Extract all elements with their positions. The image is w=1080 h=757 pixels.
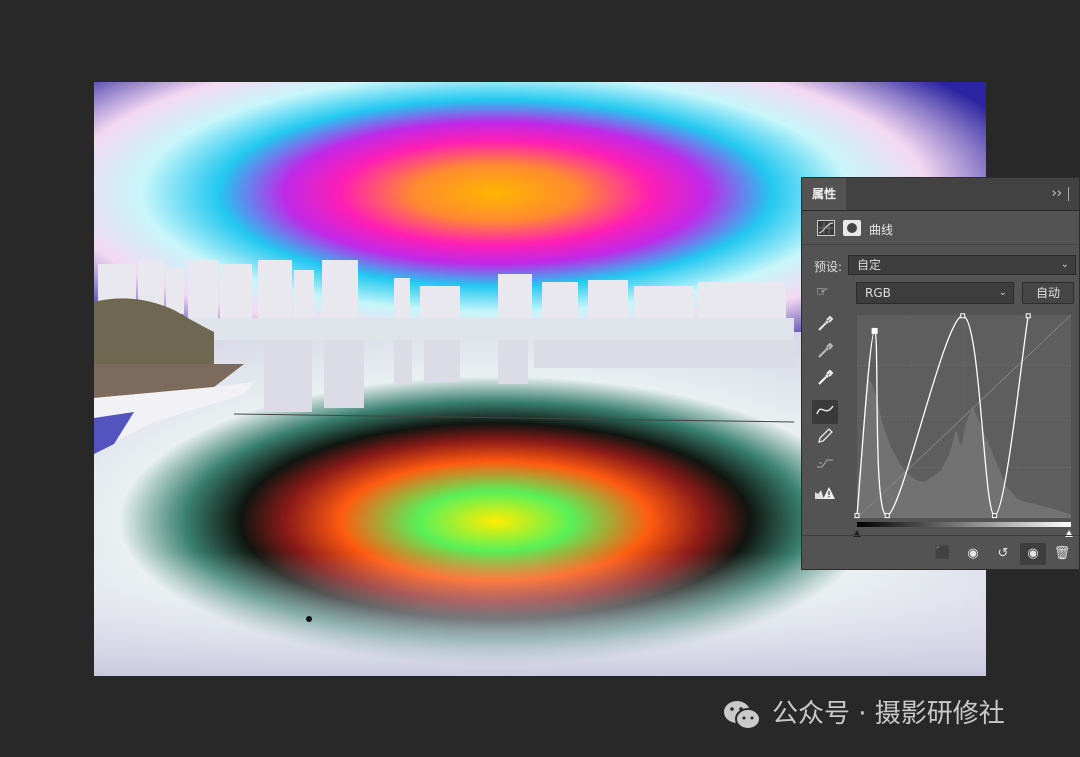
curve-glyph	[816, 405, 834, 415]
clip-to-layer-icon[interactable]: ⬛	[930, 543, 956, 565]
curves-adjustment-icon[interactable]	[817, 220, 835, 236]
trash-icon[interactable]: 🗑	[1050, 543, 1074, 565]
auto-button[interactable]: 自动	[1022, 282, 1074, 304]
eyedropper-glyph	[818, 369, 834, 385]
curve-control-point[interactable]	[1025, 313, 1031, 319]
adjustment-type-label: 曲线	[869, 223, 894, 237]
curves-grid-icon	[818, 222, 834, 234]
output-gradient-bar	[857, 522, 1071, 527]
smooth-glyph	[817, 459, 833, 468]
smooth-icon[interactable]	[812, 455, 838, 479]
clipping-warning-icon[interactable]	[812, 484, 838, 508]
curves-graph[interactable]	[853, 312, 1075, 537]
gray-eyedropper-icon[interactable]	[812, 342, 838, 367]
curves-graph-canvas[interactable]	[853, 312, 1075, 537]
curve-control-point[interactable]	[992, 513, 998, 519]
curve-control-point[interactable]	[960, 313, 966, 319]
panel-header: 属性 ››	[802, 178, 1079, 211]
panel-collapse-button[interactable]: ››	[1052, 178, 1069, 210]
curve-control-point[interactable]	[884, 513, 890, 519]
pencil-icon[interactable]	[812, 428, 838, 452]
panel-tab-properties[interactable]: 属性	[802, 178, 847, 210]
wechat-icon	[724, 700, 761, 730]
eyedropper-glyph	[818, 315, 834, 331]
preset-value: 自定	[857, 258, 882, 272]
white-eyedropper-icon[interactable]	[812, 369, 838, 394]
adjustment-type-row: 曲线	[802, 214, 1079, 245]
watermark: 公众号 · 摄影研修社	[722, 694, 1005, 734]
visibility-eye-icon[interactable]: ◉	[1020, 543, 1046, 565]
properties-panel: 属性 ›› 曲线 预设: 自定 ⌄ ☞ RGB ⌄ 自动 ⬛ ◉ ↺ ◉ 🗑	[801, 177, 1080, 570]
pencil-glyph	[818, 428, 833, 443]
double-chevron-right-icon: ››	[1051, 186, 1062, 201]
previous-state-icon[interactable]: ◉	[960, 543, 986, 565]
histogram-warning-glyph	[815, 487, 835, 499]
curve-control-point[interactable]	[854, 513, 860, 519]
chevron-down-icon: ⌄	[1060, 259, 1069, 270]
curve-tool-icon[interactable]	[812, 400, 838, 424]
watermark-text: 公众号 · 摄影研修社	[772, 699, 1005, 729]
chevron-down-icon: ⌄	[998, 287, 1007, 298]
preset-dropdown[interactable]: 自定 ⌄	[848, 255, 1076, 275]
reset-icon[interactable]: ↺	[990, 543, 1016, 565]
black-eyedropper-icon[interactable]	[812, 315, 838, 340]
preset-label: 预设:	[814, 260, 843, 274]
panel-footer: ⬛ ◉ ↺ ◉ 🗑	[802, 535, 1079, 572]
channel-dropdown[interactable]: RGB ⌄	[856, 282, 1014, 304]
hand-target-icon[interactable]: ☞	[816, 284, 829, 300]
channel-value: RGB	[865, 286, 891, 300]
curve-control-point[interactable]	[871, 327, 878, 334]
eyedropper-glyph	[818, 342, 834, 358]
layer-mask-icon[interactable]	[843, 220, 861, 236]
panel-menu-divider	[1068, 186, 1069, 201]
